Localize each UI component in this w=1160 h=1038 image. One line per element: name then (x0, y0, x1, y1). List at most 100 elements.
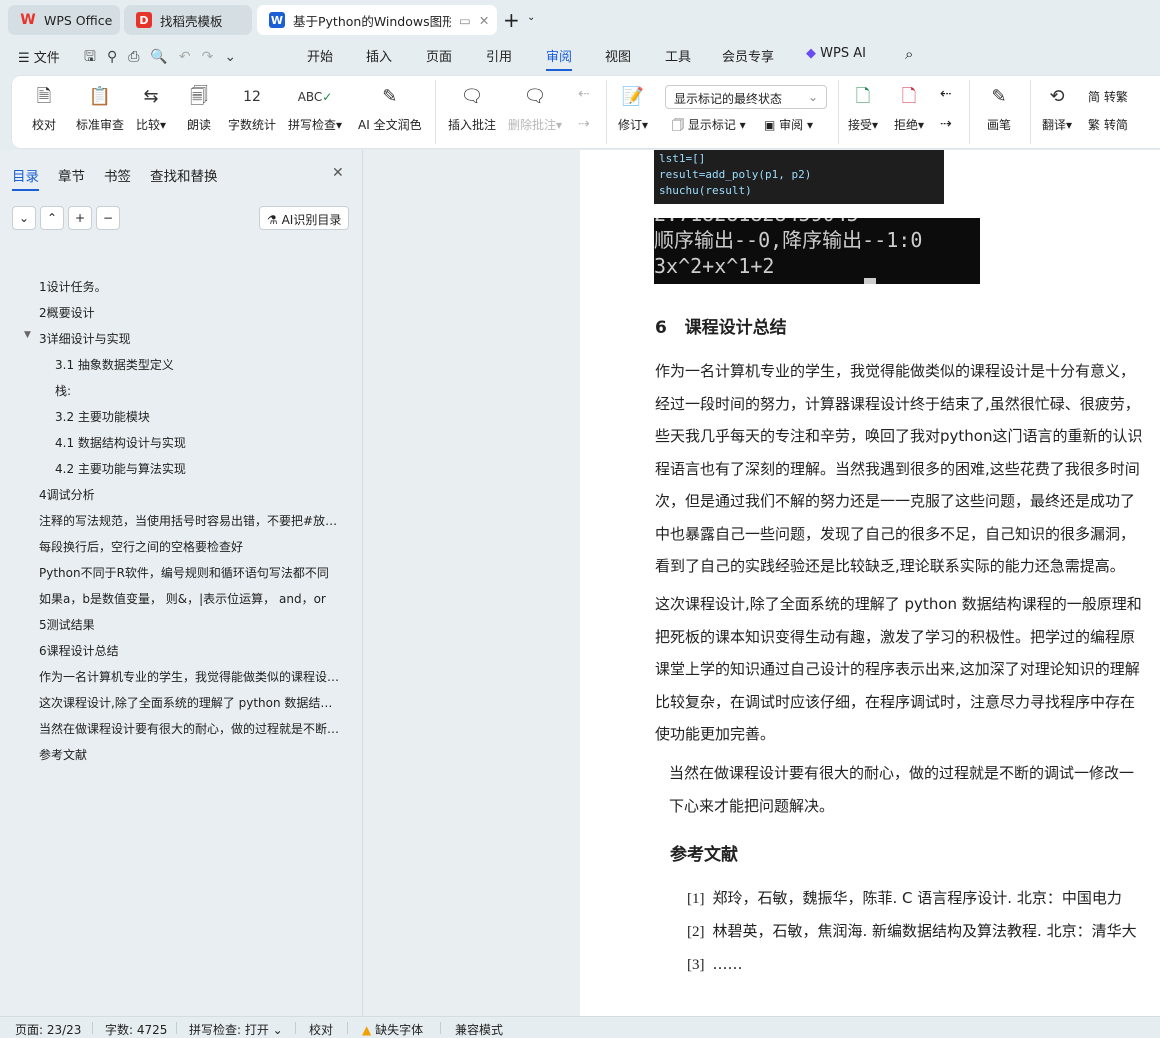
word-count[interactable]: 字数: 4725 (105, 1021, 167, 1038)
chevron-down-icon[interactable]: ⌄ (527, 12, 535, 23)
track-changes-button[interactable]: 📝 修订▾ (618, 84, 648, 133)
new-tab-icon[interactable]: + (503, 8, 520, 32)
toc-item[interactable]: 6课程设计总结 (39, 642, 344, 659)
toc-item[interactable]: 作为一名计算机专业的学生，我觉得能做类似的课程设计是十分有意义 (39, 668, 344, 685)
toc-item[interactable]: 这次课程设计,除了全面系统的理解了 python 数据结构课程 (39, 694, 344, 711)
accept-button[interactable]: 🗋 接受▾ (848, 84, 878, 133)
pen-icon: ✎ (991, 86, 1007, 107)
toc-item[interactable]: 注释的写法规范，当使用括号时容易出错，不要把#放在括号里 (39, 512, 344, 529)
close-tab-icon[interactable]: ✕ (479, 13, 489, 28)
console-line: 2.718281828459045 (654, 218, 980, 227)
redo-icon[interactable]: ↷ (202, 49, 225, 65)
text-line: 使功能更加完善。 (655, 725, 776, 743)
toc-item[interactable]: 参考文献 (39, 746, 344, 763)
menu-file[interactable]: ☰ 文件 (18, 47, 60, 66)
toc-item[interactable]: Python不同于R软件，编号规则和循环语句写法都不同 (39, 564, 344, 581)
traditional-icon: 简 (1088, 90, 1101, 104)
code-line: result=add_poly(p1, p2) (659, 168, 812, 181)
menu-tools[interactable]: 工具 (665, 46, 691, 65)
previous-comment-icon[interactable]: ⇠ (578, 86, 590, 102)
collapse-icon[interactable]: ⌄ (12, 206, 36, 230)
toc-item[interactable]: 5测试结果 (39, 616, 344, 633)
more-icon[interactable]: ⌄ (224, 49, 247, 65)
show-markup-icon: 🗍 (672, 118, 684, 132)
tab-find-replace[interactable]: 查找和替换 (150, 165, 218, 185)
tab-docer[interactable]: D 找稻壳模板 (124, 5, 252, 35)
page-indicator[interactable]: 页面: 23/23 (15, 1021, 81, 1038)
toc-item[interactable]: 3.1 抽象数据类型定义 (55, 356, 360, 373)
markup-mode-select[interactable]: 显示标记的最终状态 ⌄ (665, 85, 827, 109)
close-pane-icon[interactable]: ✕ (332, 165, 344, 181)
expand-up-icon[interactable]: ⌃ (40, 206, 64, 230)
add-heading-icon[interactable]: + (68, 206, 92, 230)
toc-item[interactable]: 1设计任务。 (39, 278, 344, 295)
reference-text: …… (712, 955, 743, 973)
save-icon[interactable]: 🖫 (84, 49, 107, 65)
ai-toc-button[interactable]: ⚗ AI识别目录 (259, 206, 350, 230)
menu-wps-ai[interactable]: ◆ WPS AI (806, 46, 866, 61)
menu-reference[interactable]: 引用 (486, 46, 512, 65)
tab-label: 找稻壳模板 (160, 13, 223, 29)
toc-item[interactable]: 4.1 数据结构设计与实现 (55, 434, 360, 451)
tab-chapters[interactable]: 章节 (58, 165, 85, 185)
undo-icon[interactable]: ↶ (179, 49, 202, 65)
quick-access-toolbar[interactable]: 🖫⚲⎙🔍↶↷⌄ (84, 46, 247, 70)
menu-view[interactable]: 视图 (605, 46, 631, 65)
show-markup-button[interactable]: 🗍 显示标记 ▾ (672, 116, 746, 137)
pen-button[interactable]: ✎ 画笔 (987, 84, 1011, 133)
toc-item[interactable]: 如果a，b是数值变量， 则&，|表示位运算， and，or (39, 590, 344, 607)
to-traditional-button[interactable]: 简 转繁 (1088, 88, 1128, 105)
menu-insert[interactable]: 插入 (366, 46, 392, 65)
text-line: 经过一段时间的努力，计算器课程设计终于结束了,虽然很忙碌、很疲劳， (655, 394, 1140, 413)
previous-change-icon[interactable]: ⇠ (940, 86, 952, 102)
proof-button[interactable]: 🗎 校对 (32, 84, 56, 133)
reject-button[interactable]: 🗋 拒绝▾ (894, 84, 924, 133)
toc-item[interactable]: 当然在做课程设计要有很大的耐心，做的过程就是不断的调试 (39, 720, 344, 737)
toc-item[interactable]: 每段换行后，空行之间的空格要检查好 (39, 538, 344, 555)
spell-check-status[interactable]: 拼写检查: 打开 ⌄ (189, 1021, 283, 1038)
print-icon[interactable]: ⎙ (128, 49, 150, 65)
menu-start[interactable]: 开始 (307, 46, 333, 65)
toc-item[interactable]: 2概要设计 (39, 304, 344, 321)
expand-toggle-icon[interactable]: ▼ (24, 330, 34, 340)
menu-membership[interactable]: 会员专享 (722, 46, 774, 65)
standard-review-button[interactable]: 📋 标准审查 (76, 84, 124, 133)
toc-item[interactable]: 栈: (55, 382, 360, 399)
toc-item[interactable]: 3.2 主要功能模块 (55, 408, 360, 425)
tab-toc[interactable]: 目录 (12, 165, 39, 191)
compare-button[interactable]: ⇆ 比较▾ (136, 84, 166, 133)
reference-item: [2] 林碧英，石敏，焦润海. 新编数据结构及算法教程. 北京：清华大 (687, 915, 1137, 948)
label: 删除批注 (508, 118, 557, 132)
read-aloud-button[interactable]: 🗐 朗读 (187, 84, 211, 133)
monitor-icon[interactable]: ▭ (459, 13, 471, 28)
delete-comment-icon: 🗨 (523, 86, 547, 107)
insert-comment-button[interactable]: 🗨 插入批注 (448, 84, 496, 133)
spell-check-button[interactable]: ABC✓ 拼写检查▾ (288, 84, 342, 133)
review-pane-button[interactable]: ▣ 审阅 ▾ (764, 116, 813, 133)
delete-comment-button[interactable]: 🗨 删除批注▾ (508, 84, 562, 133)
menu-page[interactable]: 页面 (426, 46, 452, 65)
ai-polish-button[interactable]: ✎ AI 全文润色 (358, 84, 422, 133)
menu-review[interactable]: 审阅 (546, 46, 573, 71)
word-count-icon: 12 (243, 89, 261, 105)
proof-status[interactable]: 校对 (309, 1021, 333, 1038)
tab-wps-office[interactable]: W WPS Office (8, 5, 120, 35)
toc-item[interactable]: 4调试分析 (39, 486, 344, 503)
share-icon[interactable]: ⚲ (107, 49, 128, 65)
next-comment-icon[interactable]: ⇢ (578, 116, 590, 132)
next-change-icon[interactable]: ⇢ (940, 116, 952, 132)
to-simplified-button[interactable]: 繁 转简 (1088, 116, 1128, 133)
search-icon[interactable]: ⌕ (905, 45, 913, 63)
word-count-button[interactable]: 12 字数统计 (228, 84, 276, 133)
translate-button[interactable]: ⟲ 翻译▾ (1042, 84, 1072, 133)
tab-bookmarks[interactable]: 书签 (104, 165, 131, 185)
console-line: 3x^2+x^1+2 (654, 254, 775, 278)
missing-font-status[interactable]: ▲ 缺失字体 (362, 1021, 423, 1038)
toc-item[interactable]: 3详细设计与实现 (39, 330, 344, 347)
document-page[interactable]: lst1=[] result=add_poly(p1, p2) shuchu(r… (580, 150, 1160, 1016)
toc-item[interactable]: 4.2 主要功能与算法实现 (55, 460, 360, 477)
print-preview-icon[interactable]: 🔍 (150, 49, 178, 65)
text-line: 看到了自己的实践经验还是比较缺乏,理论联系实际的能力还急需提高。 (655, 557, 1125, 575)
remove-heading-icon[interactable]: − (96, 206, 120, 230)
tab-document[interactable]: W 基于Python的Windows图形 ▭ ✕ (257, 5, 497, 35)
